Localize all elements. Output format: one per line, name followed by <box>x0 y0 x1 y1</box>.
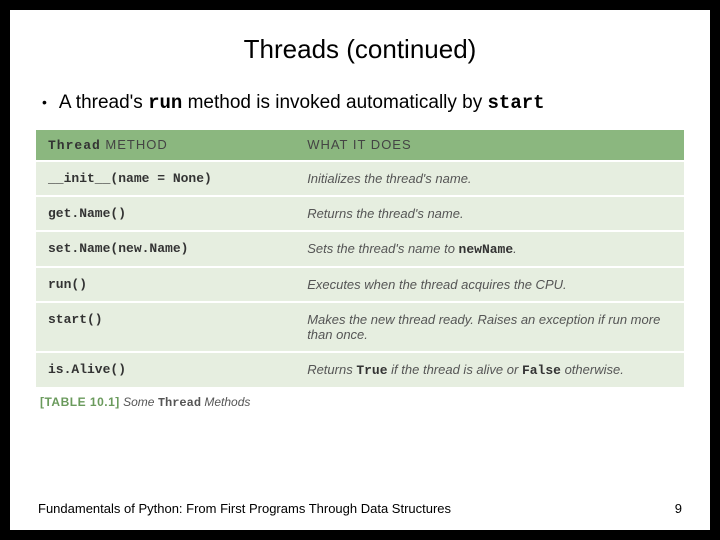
table-header-method: Thread METHOD <box>36 130 295 161</box>
caption-code: Thread <box>158 396 201 410</box>
table-figure: Thread METHOD WHAT IT DOES __init__(name… <box>36 130 684 410</box>
slide: Threads (continued) • A thread's run met… <box>10 10 710 530</box>
bullet-code-run: run <box>148 92 182 114</box>
bullet-dot-icon: • <box>42 94 47 110</box>
method-cell: run() <box>36 267 295 302</box>
bullet-item: • A thread's run method is invoked autom… <box>38 91 682 116</box>
desc-cell: Initializes the thread's name. <box>295 161 684 196</box>
table-row: get.Name()Returns the thread's name. <box>36 196 684 231</box>
table-caption: [TABLE 10.1] Some Thread Methods <box>36 395 684 410</box>
table-row: set.Name(new.Name)Sets the thread's name… <box>36 231 684 267</box>
desc-cell: Returns True if the thread is alive or F… <box>295 352 684 387</box>
table-header-desc: WHAT IT DOES <box>295 130 684 161</box>
table-row: start()Makes the new thread ready. Raise… <box>36 302 684 352</box>
bullet-prefix: A thread's <box>59 92 148 113</box>
header-rest: METHOD <box>101 137 168 152</box>
method-cell: set.Name(new.Name) <box>36 231 295 267</box>
thread-methods-table: Thread METHOD WHAT IT DOES __init__(name… <box>36 130 684 387</box>
table-row: is.Alive()Returns True if the thread is … <box>36 352 684 387</box>
table-row: run()Executes when the thread acquires t… <box>36 267 684 302</box>
method-cell: is.Alive() <box>36 352 295 387</box>
desc-cell: Executes when the thread acquires the CP… <box>295 267 684 302</box>
method-cell: start() <box>36 302 295 352</box>
page-title: Threads (continued) <box>38 34 682 65</box>
caption-post: Methods <box>201 395 250 409</box>
desc-cell: Sets the thread's name to newName. <box>295 231 684 267</box>
bullet-mid: method is invoked automatically by <box>182 92 487 113</box>
desc-cell: Returns the thread's name. <box>295 196 684 231</box>
method-cell: get.Name() <box>36 196 295 231</box>
bullet-code-start: start <box>488 92 545 114</box>
header-code: Thread <box>48 138 101 153</box>
bullet-text: A thread's run method is invoked automat… <box>59 91 545 116</box>
table-body: __init__(name = None)Initializes the thr… <box>36 161 684 387</box>
caption-tag: [TABLE 10.1] <box>40 395 120 409</box>
table-row: __init__(name = None)Initializes the thr… <box>36 161 684 196</box>
method-cell: __init__(name = None) <box>36 161 295 196</box>
desc-cell: Makes the new thread ready. Raises an ex… <box>295 302 684 352</box>
footer-left: Fundamentals of Python: From First Progr… <box>38 501 451 516</box>
table-header-row: Thread METHOD WHAT IT DOES <box>36 130 684 161</box>
caption-pre: Some <box>120 395 158 409</box>
footer: Fundamentals of Python: From First Progr… <box>38 501 682 516</box>
page-number: 9 <box>675 501 682 516</box>
